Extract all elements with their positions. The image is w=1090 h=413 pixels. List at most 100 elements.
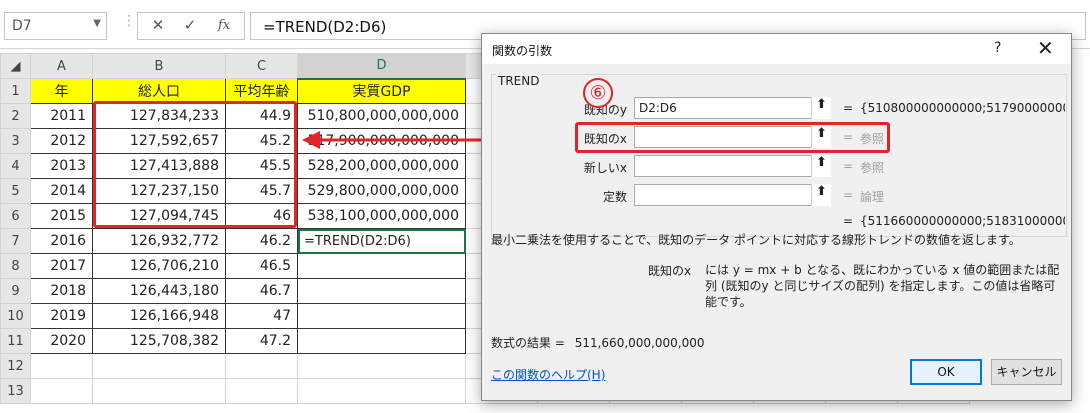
- function-description: 最小二乗法を使用することで、既知のデータ ポイントに対応する線形トレンドの数値を…: [491, 233, 1021, 247]
- close-icon[interactable]: ✕: [1037, 36, 1054, 60]
- active-cell-d7[interactable]: =TREND(D2:D6): [297, 228, 466, 254]
- arg-eq: =: [843, 188, 854, 202]
- header-cell-gdp[interactable]: 実質GDP: [297, 78, 466, 104]
- formula-text: =TREND(D2:D6): [263, 18, 387, 36]
- data-cell[interactable]: 126,706,210: [92, 253, 226, 279]
- data-cell[interactable]: 126,443,180: [92, 278, 226, 304]
- row-header-10[interactable]: 10: [0, 303, 31, 329]
- collapse-dialog-icon[interactable]: ⬆: [811, 97, 831, 119]
- name-box[interactable]: D7 ▼: [4, 12, 107, 40]
- row-header-11[interactable]: 11: [0, 328, 31, 354]
- insert-function-icon[interactable]: fx: [212, 18, 236, 38]
- cell[interactable]: [92, 353, 226, 379]
- collapse-dialog-icon[interactable]: ⬆: [811, 184, 831, 206]
- step-marker: ⑥: [583, 78, 613, 108]
- arg-label-new-x: 新しいx: [583, 161, 627, 175]
- col-header-d[interactable]: D: [297, 53, 466, 80]
- name-box-value: D7: [12, 18, 32, 34]
- help-icon[interactable]: ?: [994, 40, 1001, 56]
- dialog-title: 関数の引数: [492, 44, 553, 58]
- data-cell[interactable]: [297, 253, 466, 279]
- header-cell-avg-age[interactable]: 平均年齢: [225, 78, 298, 104]
- row-header-5[interactable]: 5: [0, 178, 31, 204]
- data-cell[interactable]: 47: [225, 303, 298, 329]
- data-cell[interactable]: 510,800,000,000,000: [297, 103, 466, 129]
- col-header-c[interactable]: C: [225, 53, 298, 79]
- data-cell[interactable]: 2016: [30, 228, 93, 254]
- data-cell[interactable]: 46.7: [225, 278, 298, 304]
- known-y-value: D2:D6: [639, 101, 677, 115]
- data-cell[interactable]: 529,800,000,000,000: [297, 178, 466, 204]
- header-cell-population[interactable]: 総人口: [92, 78, 226, 104]
- data-cell[interactable]: [297, 328, 466, 354]
- data-cell[interactable]: 2019: [30, 303, 93, 329]
- const-result: 論理: [860, 190, 885, 204]
- row-header-3[interactable]: 3: [0, 128, 31, 154]
- ok-button[interactable]: OK: [910, 359, 982, 385]
- data-cell[interactable]: 126,166,948: [92, 303, 226, 329]
- col-header-a[interactable]: A: [30, 53, 93, 79]
- row-header-8[interactable]: 8: [0, 253, 31, 279]
- cell[interactable]: [30, 378, 93, 404]
- row-header-2[interactable]: 2: [0, 103, 31, 129]
- row-header-13[interactable]: 13: [0, 378, 31, 404]
- enter-icon[interactable]: ✓: [178, 16, 202, 36]
- row-header-12[interactable]: 12: [0, 353, 31, 379]
- data-cell[interactable]: 2018: [30, 278, 93, 304]
- known-x-highlight-box: [575, 122, 890, 153]
- arg-eq: =: [843, 159, 854, 173]
- pointer-arrow-icon: [302, 131, 496, 149]
- row-header-7[interactable]: 7: [0, 228, 31, 254]
- cell[interactable]: [225, 378, 298, 404]
- data-cell[interactable]: 2017: [30, 253, 93, 279]
- population-highlight-box: [93, 101, 297, 228]
- function-arguments-dialog: 関数の引数 ? ✕ TREND 既知のy D2:D6 ⬆ = {51080000…: [481, 33, 1072, 401]
- cell[interactable]: [92, 378, 226, 404]
- chevron-down-icon[interactable]: ▼: [93, 18, 101, 29]
- data-cell[interactable]: 2011: [30, 103, 93, 129]
- data-cell[interactable]: 46.2: [225, 228, 298, 254]
- data-cell[interactable]: 2012: [30, 128, 93, 154]
- cell[interactable]: [30, 353, 93, 379]
- known-x-result: 参照: [860, 132, 885, 146]
- cell[interactable]: [225, 353, 298, 379]
- data-cell[interactable]: 46.5: [225, 253, 298, 279]
- row-header-1[interactable]: 1: [0, 78, 31, 104]
- data-cell[interactable]: [297, 303, 466, 329]
- arg-desc-name: 既知のx: [648, 264, 692, 278]
- formula-result: 数式の結果 = 511,660,000,000,000: [491, 334, 704, 351]
- cell[interactable]: [297, 353, 466, 379]
- header-cell-year[interactable]: 年: [30, 78, 93, 104]
- data-cell[interactable]: [297, 278, 466, 304]
- select-all-corner[interactable]: ◢: [0, 53, 31, 79]
- data-cell[interactable]: 2014: [30, 178, 93, 204]
- data-cell[interactable]: 2013: [30, 153, 93, 179]
- known-y-result: {510800000000000;517900000000000;5282000…: [860, 101, 1065, 115]
- row-header-4[interactable]: 4: [0, 153, 31, 179]
- new-x-result: 参照: [860, 161, 885, 175]
- row-header-6[interactable]: 6: [0, 203, 31, 229]
- data-cell[interactable]: 538,100,000,000,000: [297, 203, 466, 229]
- cancel-icon[interactable]: ✕: [146, 16, 170, 36]
- data-cell[interactable]: 2015: [30, 203, 93, 229]
- data-cell[interactable]: 2020: [30, 328, 93, 354]
- data-cell[interactable]: 126,932,772: [92, 228, 226, 254]
- data-cell[interactable]: 125,708,382: [92, 328, 226, 354]
- col-header-b[interactable]: B: [92, 53, 226, 79]
- dialog-titlebar[interactable]: 関数の引数 ? ✕: [482, 34, 1071, 64]
- cell[interactable]: [297, 378, 466, 404]
- known-y-input[interactable]: D2:D6: [634, 97, 831, 119]
- const-input[interactable]: [634, 184, 831, 206]
- formula-result-label: 数式の結果 =: [491, 336, 565, 350]
- cancel-button[interactable]: キャンセル: [991, 359, 1062, 385]
- arg-label-const: 定数: [602, 190, 627, 204]
- collapse-dialog-icon[interactable]: ⬆: [811, 155, 831, 177]
- formula-buttons: ✕ ✓ fx: [137, 12, 245, 40]
- function-help-link[interactable]: この関数のヘルプ(H): [491, 366, 605, 383]
- function-name: TREND: [496, 74, 542, 88]
- data-cell[interactable]: 47.2: [225, 328, 298, 354]
- arg-eq: =: [843, 101, 854, 115]
- new-x-input[interactable]: [634, 155, 831, 177]
- row-header-9[interactable]: 9: [0, 278, 31, 304]
- data-cell[interactable]: 528,200,000,000,000: [297, 153, 466, 179]
